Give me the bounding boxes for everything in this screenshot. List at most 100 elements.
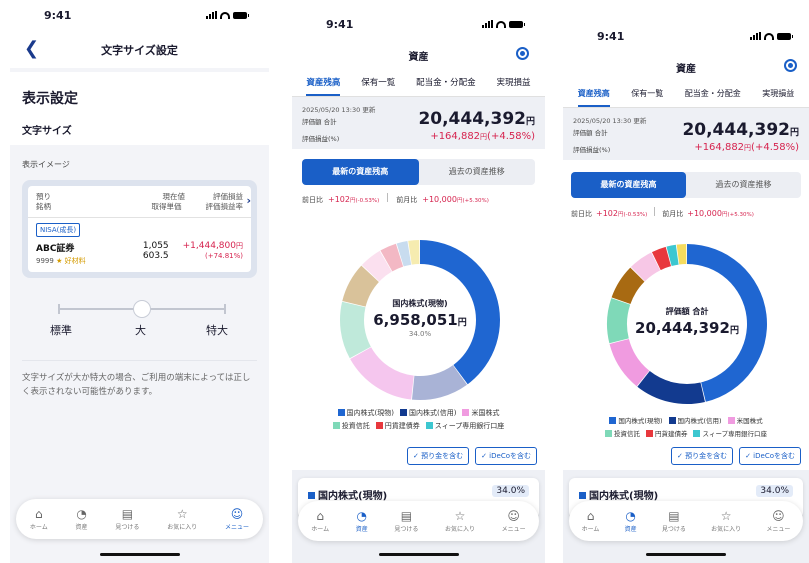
find-document-icon: ▤: [121, 507, 134, 521]
tab-balance[interactable]: 資産残高: [306, 72, 341, 96]
bottom-tab-bar: ⌂ ホーム ◔ 資産 ▤ 見つける ☆ お気に入り ☺ メニュー: [298, 501, 539, 541]
tab-label: メニュー: [225, 524, 250, 531]
center-pct: 34.0%: [408, 330, 432, 338]
tab-favorites[interactable]: ☆ お気に入り: [445, 509, 475, 533]
comparison-row: 前日比 +102円(-0.53%) 前月比 +10,000円(+5.30%): [292, 185, 545, 205]
segment-latest[interactable]: 最新の資産残高: [571, 172, 686, 198]
display-settings-section: 表示設定 文字サイズ: [10, 72, 269, 145]
slider-label-large[interactable]: 大: [135, 322, 146, 338]
donut-segment[interactable]: [609, 339, 650, 387]
tab-assets[interactable]: ◔ 資産: [76, 507, 88, 531]
eye-icon[interactable]: [516, 47, 529, 60]
font-size-note: 文字サイズが大か特大の場合、ご利用の端末によっては正しく表示されない可能性があり…: [22, 360, 257, 399]
tab-home[interactable]: ⌂ ホーム: [311, 509, 329, 533]
donut-segment[interactable]: [607, 298, 631, 344]
comparison-row: 前日比 +102円(-0.53%) 前月比 +10,000円(+5.30%): [563, 198, 809, 219]
find-document-icon: ▤: [668, 509, 680, 523]
asset-summary: 2025/05/20 13:30 更新 評価額 合計 評価損益(%) 20,44…: [563, 108, 809, 160]
asset-summary: 2025/05/20 13:30 更新 評価額 合計 評価損益(%) 20,44…: [292, 97, 545, 149]
gain-label: 評価損益(%): [573, 146, 611, 154]
tab-menu[interactable]: ☺ メニュー: [766, 509, 790, 533]
tab-menu[interactable]: ☺ メニュー: [225, 507, 249, 531]
include-toggles: ✓ 預り金を含む ✓ iDeCoを含む: [671, 447, 801, 465]
menu-user-icon: ☺: [507, 509, 520, 523]
tab-find[interactable]: ▤ 見つける: [662, 509, 686, 533]
include-deposit-toggle[interactable]: ✓ 預り金を含む: [671, 447, 734, 465]
tab-label: お気に入り: [711, 526, 742, 533]
legend-item: 国内株式(信用): [668, 417, 722, 425]
legend-item: 投資信託: [604, 430, 640, 438]
segment-history[interactable]: 過去の資産推移: [419, 159, 536, 185]
gain-rate: (+4.58%): [751, 142, 799, 153]
tab-favorites[interactable]: ☆ お気に入り: [167, 507, 197, 531]
home-icon: ⌂: [35, 507, 43, 521]
tab-find[interactable]: ▤ 見つける: [115, 507, 139, 531]
eye-icon[interactable]: [784, 59, 797, 72]
donut-segment[interactable]: [350, 347, 414, 400]
center-label: 評価額 合計: [665, 307, 709, 316]
tab-label: 見つける: [115, 524, 140, 531]
font-size-slider[interactable]: [58, 300, 226, 318]
slider-label-extra-large[interactable]: 特大: [206, 322, 228, 338]
wifi-icon: [220, 11, 230, 19]
donut-segment[interactable]: [340, 301, 371, 359]
center-value: 20,444,392: [635, 319, 730, 337]
tab-assets[interactable]: ◔ 資産: [356, 509, 368, 533]
legend-item: 米国株式: [462, 409, 499, 417]
holding-code: 9999: [36, 257, 54, 265]
holding-name: ABC証券: [36, 244, 75, 254]
tab-dividends[interactable]: 配当金・分配金: [416, 72, 476, 96]
status-icons: [482, 20, 525, 28]
tab-home[interactable]: ⌂ ホーム: [30, 507, 48, 531]
home-indicator: [378, 553, 459, 556]
status-time: 9:41: [44, 9, 72, 22]
tab-label: お気に入り: [444, 526, 475, 533]
include-deposit-toggle[interactable]: ✓ 預り金を含む: [407, 447, 470, 465]
legend-item: 投資信託: [332, 422, 370, 430]
tab-assets[interactable]: ◔ 資産: [625, 509, 637, 533]
assets-screen-standard: 9:41 資産 資産残高 保有一覧 配当金・分配金 実現損益 2025/05/2…: [563, 0, 809, 563]
include-toggles: ✓ 預り金を含む ✓ iDeCoを含む: [407, 447, 537, 465]
slider-label-standard[interactable]: 標準: [50, 322, 72, 338]
home-indicator: [646, 553, 726, 556]
tab-dividends[interactable]: 配当金・分配金: [685, 84, 741, 107]
status-time: 9:41: [326, 18, 354, 31]
nav-bar: 資産: [563, 56, 809, 84]
tab-find[interactable]: ▤ 見つける: [394, 509, 418, 533]
segment-history[interactable]: 過去の資産推移: [686, 172, 801, 198]
tab-favorites[interactable]: ☆ お気に入り: [711, 509, 741, 533]
donut-segment[interactable]: [637, 371, 705, 404]
asset-tabs: 資産残高 保有一覧 配当金・分配金 実現損益: [563, 84, 809, 108]
segment-latest[interactable]: 最新の資産残高: [302, 159, 419, 185]
tab-menu[interactable]: ☺ メニュー: [502, 509, 526, 533]
tab-holdings[interactable]: 保有一覧: [631, 84, 663, 107]
tab-holdings[interactable]: 保有一覧: [361, 72, 395, 96]
include-ideco-toggle[interactable]: ✓ iDeCoを含む: [739, 447, 801, 465]
bottom-tab-bar: ⌂ ホーム ◔ 資産 ▤ 見つける ☆ お気に入り ☺ メニュー: [569, 501, 803, 541]
font-size-settings-screen: 9:41 ❮ 文字サイズ設定 表示設定 文字サイズ 表示イメージ 預り 現在値 評価…: [10, 0, 269, 563]
col-pl-rate-header: 評価損益率: [205, 202, 244, 211]
tab-label: 資産: [75, 524, 88, 531]
signal-icon: [750, 32, 761, 40]
slider-knob[interactable]: [133, 300, 151, 318]
tab-balance[interactable]: 資産残高: [577, 84, 610, 107]
status-bar: 9:41: [10, 0, 269, 32]
status-time: 9:41: [597, 30, 625, 43]
slider-labels: 標準 大 特大: [10, 322, 269, 338]
battery-icon: [233, 11, 249, 19]
find-document-icon: ▤: [400, 509, 413, 523]
day-label: 前日比: [302, 196, 323, 204]
section-title: 表示設定: [22, 91, 78, 107]
col-name-header: 銘柄: [36, 202, 51, 211]
legend-item: 国内株式(信用): [400, 409, 456, 417]
col-pl-header: 評価損益: [213, 192, 243, 201]
legend-item: 円貨建債券: [645, 430, 687, 438]
include-ideco-toggle[interactable]: ✓ iDeCoを含む: [475, 447, 537, 465]
holding-pl-unit: 円: [236, 242, 243, 250]
chart-legend: 国内株式(現物) 国内株式(信用) 米国株式 投資信託 円貨建債券 スィープ専用銀行口座: [292, 407, 545, 433]
total-label: 評価額 合計: [573, 129, 608, 137]
tab-home[interactable]: ⌂ ホーム: [582, 509, 600, 533]
tab-realized[interactable]: 実現損益: [762, 84, 794, 107]
asset-pie-icon: ◔: [76, 507, 87, 521]
tab-realized[interactable]: 実現損益: [497, 72, 531, 96]
